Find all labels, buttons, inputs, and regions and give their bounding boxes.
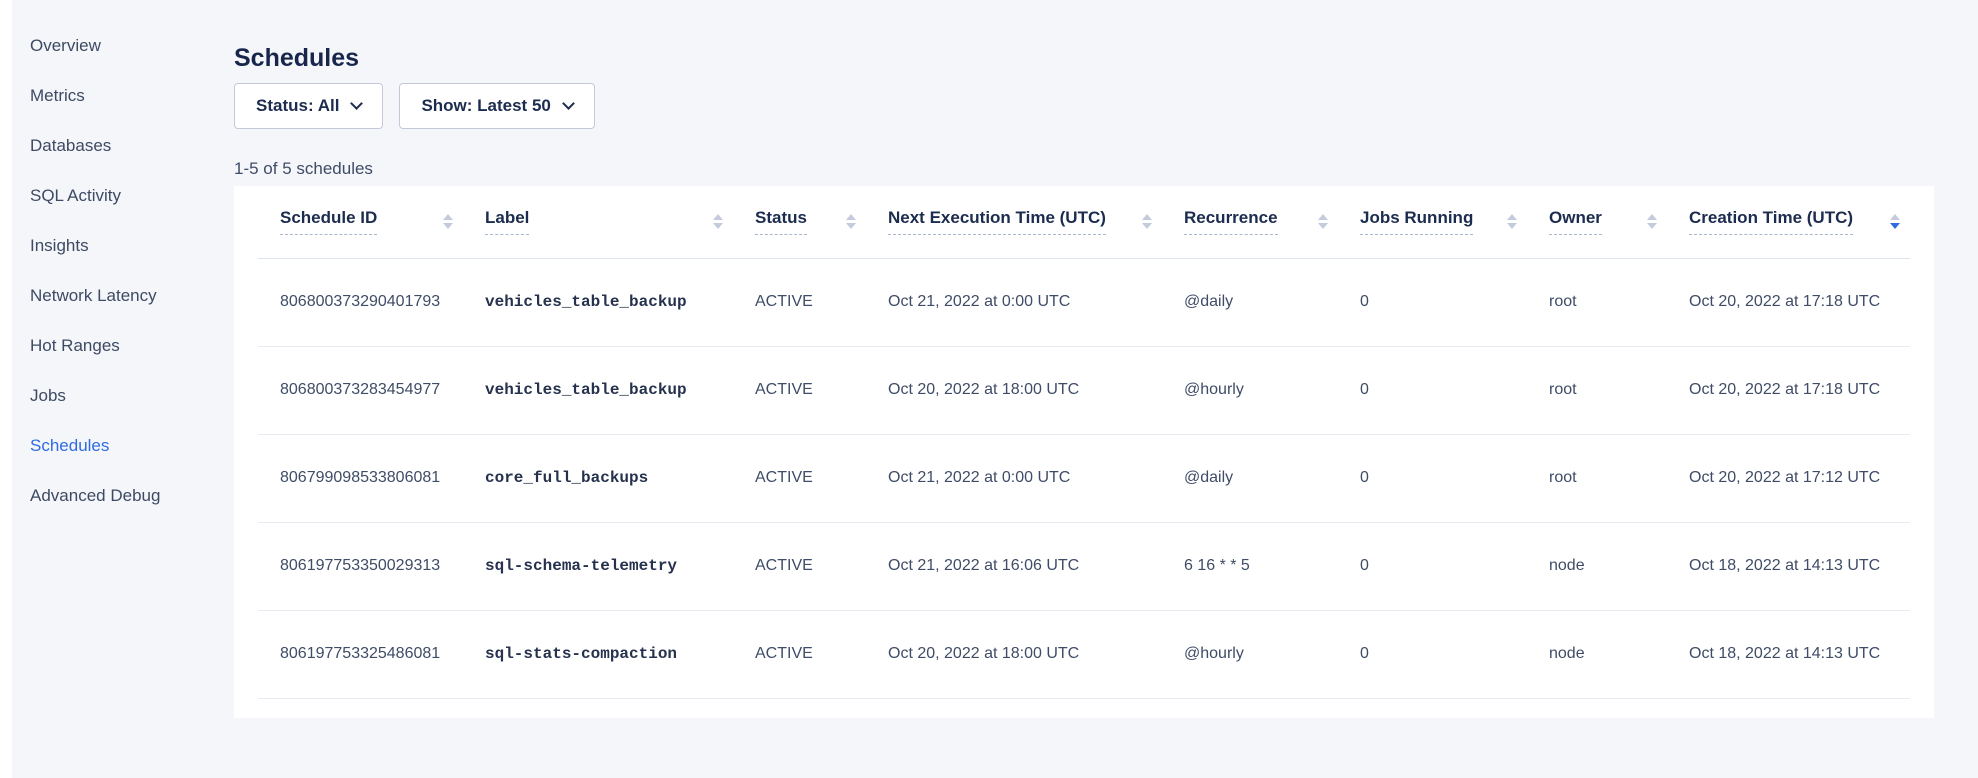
cell-jobs-running: 0 (1338, 522, 1527, 610)
column-label: Status (755, 208, 807, 235)
sidebar-item-jobs[interactable]: Jobs (12, 371, 222, 421)
cell-recurrence: @daily (1162, 258, 1338, 346)
page-title: Schedules (234, 43, 359, 73)
cell-recurrence: 6 16 * * 5 (1162, 522, 1338, 610)
cell-label: vehicles_table_backup (463, 258, 733, 346)
cell-jobs-running: 0 (1338, 258, 1527, 346)
sidebar-item-hot-ranges[interactable]: Hot Ranges (12, 321, 222, 371)
sidebar-item-metrics[interactable]: Metrics (12, 71, 222, 121)
sort-icon[interactable] (846, 214, 856, 229)
cell-owner: node (1527, 522, 1667, 610)
cell-next-execution: Oct 21, 2022 at 16:06 UTC (866, 522, 1162, 610)
column-label: Creation Time (UTC) (1689, 208, 1853, 235)
column-header-next-execution-time[interactable]: Next Execution Time (UTC) (866, 186, 1162, 258)
column-header-status[interactable]: Status (733, 186, 866, 258)
cell-next-execution: Oct 20, 2022 at 18:00 UTC (866, 346, 1162, 434)
status-filter-label: Status: All (256, 96, 339, 116)
sort-icon[interactable] (1142, 214, 1152, 229)
column-header-recurrence[interactable]: Recurrence (1162, 186, 1338, 258)
sidebar-item-sql-activity[interactable]: SQL Activity (12, 171, 222, 221)
schedules-table-card: Schedule ID Label Status (234, 186, 1934, 718)
cell-jobs-running: 0 (1338, 434, 1527, 522)
cell-label: sql-schema-telemetry (463, 522, 733, 610)
cell-label: core_full_backups (463, 434, 733, 522)
cell-recurrence: @daily (1162, 434, 1338, 522)
table-row: 806800373290401793 vehicles_table_backup… (258, 258, 1910, 346)
window-left-gutter (0, 0, 12, 778)
sort-icon[interactable] (1318, 214, 1328, 229)
cell-schedule-id: 806197753325486081 (258, 610, 463, 698)
sort-icon-active-desc[interactable] (1890, 214, 1900, 229)
chevron-down-icon (351, 97, 364, 110)
cell-owner: root (1527, 434, 1667, 522)
cell-owner: node (1527, 610, 1667, 698)
column-label: Label (485, 208, 529, 235)
filter-bar: Status: All Show: Latest 50 (234, 83, 595, 129)
cell-creation-time: Oct 18, 2022 at 14:13 UTC (1667, 522, 1910, 610)
table-row: 806197753325486081 sql-stats-compaction … (258, 610, 1910, 698)
cell-owner: root (1527, 258, 1667, 346)
cell-creation-time: Oct 20, 2022 at 17:18 UTC (1667, 258, 1910, 346)
cell-recurrence: @hourly (1162, 610, 1338, 698)
cell-schedule-id: 806197753350029313 (258, 522, 463, 610)
sort-icon[interactable] (1507, 214, 1517, 229)
results-count: 1-5 of 5 schedules (234, 159, 373, 179)
cell-label: vehicles_table_backup (463, 346, 733, 434)
sort-icon[interactable] (443, 214, 453, 229)
column-label: Owner (1549, 208, 1602, 235)
cell-status: ACTIVE (733, 434, 866, 522)
show-filter-dropdown[interactable]: Show: Latest 50 (399, 83, 594, 129)
column-header-schedule-id[interactable]: Schedule ID (258, 186, 463, 258)
chevron-down-icon (562, 97, 575, 110)
cell-creation-time: Oct 18, 2022 at 14:13 UTC (1667, 610, 1910, 698)
column-label: Schedule ID (280, 208, 377, 235)
column-header-owner[interactable]: Owner (1527, 186, 1667, 258)
column-label: Next Execution Time (UTC) (888, 208, 1106, 235)
cell-owner: root (1527, 346, 1667, 434)
sidebar-item-insights[interactable]: Insights (12, 221, 222, 271)
sidebar-item-network-latency[interactable]: Network Latency (12, 271, 222, 321)
schedules-table: Schedule ID Label Status (258, 186, 1910, 699)
sidebar-item-overview[interactable]: Overview (12, 21, 222, 71)
cell-next-execution: Oct 21, 2022 at 0:00 UTC (866, 258, 1162, 346)
column-header-label[interactable]: Label (463, 186, 733, 258)
sidebar-item-databases[interactable]: Databases (12, 121, 222, 171)
cell-creation-time: Oct 20, 2022 at 17:12 UTC (1667, 434, 1910, 522)
cell-next-execution: Oct 21, 2022 at 0:00 UTC (866, 434, 1162, 522)
cell-status: ACTIVE (733, 346, 866, 434)
sidebar-item-advanced-debug[interactable]: Advanced Debug (12, 471, 222, 521)
cell-schedule-id: 806800373290401793 (258, 258, 463, 346)
status-filter-dropdown[interactable]: Status: All (234, 83, 383, 129)
sidebar-nav: Overview Metrics Databases SQL Activity … (12, 21, 222, 521)
cell-jobs-running: 0 (1338, 610, 1527, 698)
show-filter-label: Show: Latest 50 (421, 96, 550, 116)
cell-label: sql-stats-compaction (463, 610, 733, 698)
column-label: Recurrence (1184, 208, 1278, 235)
cell-status: ACTIVE (733, 522, 866, 610)
cell-status: ACTIVE (733, 258, 866, 346)
sort-icon[interactable] (713, 214, 723, 229)
cell-schedule-id: 806800373283454977 (258, 346, 463, 434)
table-row: 806800373283454977 vehicles_table_backup… (258, 346, 1910, 434)
cell-jobs-running: 0 (1338, 346, 1527, 434)
column-header-creation-time[interactable]: Creation Time (UTC) (1667, 186, 1910, 258)
cell-schedule-id: 806799098533806081 (258, 434, 463, 522)
column-header-jobs-running[interactable]: Jobs Running (1338, 186, 1527, 258)
cell-creation-time: Oct 20, 2022 at 17:18 UTC (1667, 346, 1910, 434)
table-header-row: Schedule ID Label Status (258, 186, 1910, 258)
cell-status: ACTIVE (733, 610, 866, 698)
sort-icon[interactable] (1647, 214, 1657, 229)
column-label: Jobs Running (1360, 208, 1473, 235)
table-row: 806799098533806081 core_full_backups ACT… (258, 434, 1910, 522)
sidebar-item-schedules[interactable]: Schedules (12, 421, 222, 471)
table-row: 806197753350029313 sql-schema-telemetry … (258, 522, 1910, 610)
cell-next-execution: Oct 20, 2022 at 18:00 UTC (866, 610, 1162, 698)
cell-recurrence: @hourly (1162, 346, 1338, 434)
